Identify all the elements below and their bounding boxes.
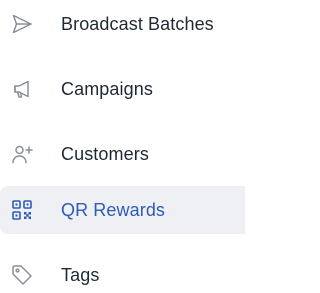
send-icon <box>10 12 34 36</box>
tag-icon <box>10 263 34 287</box>
sidebar-item-campaigns[interactable]: Campaigns <box>0 65 245 113</box>
sidebar-item-label: Campaigns <box>61 78 153 99</box>
sidebar-item-broadcast-batches[interactable]: Broadcast Batches <box>0 0 245 48</box>
sidebar-item-label: Broadcast Batches <box>61 13 214 34</box>
sidebar-item-label: Tags <box>61 264 100 285</box>
user-plus-icon <box>10 142 34 166</box>
sidebar-nav: Broadcast Batches Campaigns Customers QR… <box>0 0 245 293</box>
sidebar-item-label: Customers <box>61 143 149 164</box>
sidebar-item-tags[interactable]: Tags <box>0 251 245 293</box>
sidebar-item-customers[interactable]: Customers <box>0 130 245 178</box>
megaphone-icon <box>10 77 34 101</box>
qr-code-icon <box>10 198 34 222</box>
sidebar-item-label: QR Rewards <box>61 199 166 220</box>
sidebar-item-qr-rewards[interactable]: QR Rewards <box>0 186 245 234</box>
